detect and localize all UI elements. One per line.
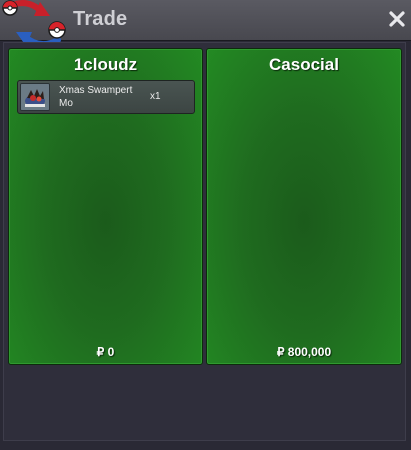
trade-item-card[interactable]: Xmas Swampert Mo x1	[17, 80, 195, 114]
item-quantity: x1	[150, 91, 161, 102]
trade-window: Trade 1cloudz Xmas Swampert Mo x1 ₽ 0 Ca…	[0, 0, 411, 450]
left-money-offer: ₽ 0	[96, 345, 115, 359]
trade-logo-icon	[0, 0, 72, 48]
left-player-name: 1cloudz	[73, 55, 138, 74]
xmas-swampert-icon	[20, 83, 50, 111]
right-trade-panel: Casocial ₽ 800,000	[206, 48, 402, 365]
window-title: Trade	[73, 8, 128, 30]
close-icon[interactable]	[388, 10, 406, 28]
left-trade-panel: 1cloudz Xmas Swampert Mo x1 ₽ 0	[8, 48, 203, 365]
right-money-offer: ₽ 800,000	[276, 345, 332, 359]
right-player-name: Casocial	[269, 55, 339, 74]
item-name: Xmas Swampert Mo	[59, 85, 133, 109]
